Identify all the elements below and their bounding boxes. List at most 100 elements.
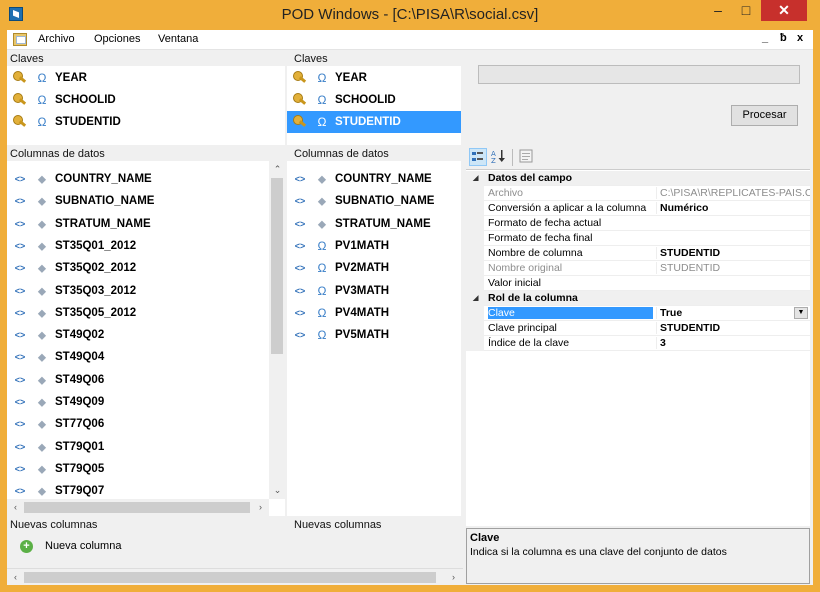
category-rol-de-la-columna[interactable]: ◢ Rol de la columna (466, 291, 810, 306)
data-column-row[interactable]: <> ⬥ ST35Q02_2012 (7, 257, 285, 279)
mdi-restore-button[interactable]: ƀ (780, 32, 787, 44)
left-data-list[interactable]: <> ⬥ COUNTRY_NAME <> ⬥ SUBNATIO_NAME <> ⬥ STRATU… (7, 161, 285, 516)
move-arrows-icon: <> (294, 174, 306, 184)
data-column-row[interactable]: <> ⬥ ST77Q06 (7, 413, 285, 435)
close-button[interactable]: ✕ (761, 0, 807, 21)
left-vscrollbar[interactable]: ⌃ ⌄ (269, 161, 285, 499)
title-bar[interactable]: POD Windows - [C:\PISA\R\social.csv] – □… (0, 0, 820, 30)
data-column-row[interactable]: <> Ω PV1MATH (287, 235, 461, 257)
data-column-row[interactable]: <> ⬥ ST49Q04 (7, 346, 285, 368)
grid-gutter (466, 186, 484, 201)
mid-keys-list[interactable]: Ω YEAR Ω SCHOOLID Ω STUDENTID (287, 66, 461, 145)
mid-data-list[interactable]: <> ⬥ COUNTRY_NAME <> ⬥ SUBNATIO_NAME <> ⬥ STRATU… (287, 161, 461, 516)
data-column-row[interactable]: <> ⬥ ST35Q01_2012 (7, 235, 285, 257)
property-row[interactable]: Formato de fecha actual (466, 216, 810, 231)
bottom-hscrollbar[interactable]: ‹ › (7, 568, 463, 585)
data-column-row[interactable]: <> ⬥ ST35Q03_2012 (7, 280, 285, 302)
scroll-thumb[interactable] (24, 572, 436, 583)
scroll-up-icon[interactable]: ⌃ (269, 164, 286, 175)
scroll-right-icon[interactable]: › (252, 502, 269, 512)
property-value[interactable]: C:\PISA\R\REPLICATES-PAIS.CS (656, 187, 810, 199)
mid-new-list[interactable] (287, 532, 461, 568)
maximize-button[interactable]: □ (733, 0, 759, 21)
left-key-row[interactable]: Ω STUDENTID (7, 111, 285, 133)
tag-icon: ⬥ (37, 283, 47, 298)
data-column-row[interactable]: <> ⬥ ST49Q02 (7, 324, 285, 346)
property-row[interactable]: Conversión a aplicar a la columna Numéric… (466, 201, 810, 216)
mid-key-row-selected[interactable]: Ω STUDENTID (287, 111, 461, 133)
scroll-thumb[interactable] (24, 502, 250, 513)
data-column-row[interactable]: <> ⬥ ST35Q05_2012 (7, 302, 285, 324)
data-column-row[interactable]: <> Ω PV5MATH (287, 324, 461, 346)
minimize-button[interactable]: – (705, 0, 731, 21)
category-datos-del-campo[interactable]: ◢ Datos del campo (466, 171, 810, 186)
data-column-row[interactable]: <> ⬥ SUBNATIO_NAME (287, 190, 461, 212)
move-arrows-icon: <> (14, 174, 26, 184)
property-value[interactable]: STUDENTID (656, 262, 810, 274)
left-hscrollbar[interactable]: ‹ › (7, 499, 269, 516)
omega-icon: Ω (317, 283, 327, 298)
property-value[interactable]: STUDENTID (656, 247, 810, 259)
property-grid[interactable]: ◢ Datos del campo Archivo C:\PISA\R\REPLI… (466, 169, 810, 526)
collapse-icon[interactable]: ◢ (473, 294, 478, 302)
data-column-row[interactable]: <> Ω PV4MATH (287, 302, 461, 324)
sort-alpha-icon[interactable]: AZ (490, 148, 508, 166)
data-column-row[interactable]: <> ⬥ ST49Q06 (7, 369, 285, 391)
mdi-close-button[interactable]: x (797, 32, 803, 44)
property-row[interactable]: Nombre de columna STUDENTID (466, 246, 810, 261)
move-arrows-icon: <> (14, 419, 26, 430)
process-button[interactable]: Procesar (731, 105, 798, 126)
menu-archivo[interactable]: Archivo (38, 33, 75, 45)
property-row-clave-principal[interactable]: Clave principal STUDENTID (466, 321, 810, 336)
new-column-item[interactable]: + Nueva columna (20, 535, 220, 557)
data-column-row[interactable]: <> Ω PV3MATH (287, 280, 461, 302)
data-column-row[interactable]: <> ⬥ ST79Q01 (7, 436, 285, 458)
left-key-label: SCHOOLID (55, 94, 116, 106)
property-value[interactable]: 3 (656, 337, 810, 349)
left-keys-list[interactable]: Ω YEAR Ω SCHOOLID Ω STUDENTID (7, 66, 285, 145)
data-column-row[interactable]: <> ⬥ STRATUM_NAME (7, 213, 285, 235)
scroll-left-icon[interactable]: ‹ (7, 502, 24, 512)
omega-icon: Ω (37, 115, 47, 129)
data-column-row[interactable]: <> Ω PV2MATH (287, 257, 461, 279)
property-value[interactable]: True (656, 307, 810, 319)
left-key-row[interactable]: Ω YEAR (7, 67, 285, 89)
data-column-row[interactable]: <> ⬥ COUNTRY_NAME (287, 168, 461, 190)
collapse-icon[interactable]: ◢ (473, 174, 478, 182)
mid-key-row[interactable]: Ω YEAR (287, 67, 461, 89)
scroll-down-icon[interactable]: ⌄ (269, 485, 286, 496)
mdi-document-icon[interactable] (13, 33, 27, 46)
menu-ventana[interactable]: Ventana (158, 33, 198, 45)
scroll-thumb[interactable] (271, 178, 283, 354)
dropdown-arrow-icon[interactable]: ▼ (794, 307, 808, 319)
categorized-icon[interactable] (469, 148, 487, 166)
property-value[interactable]: STUDENTID (656, 322, 810, 334)
data-column-row[interactable]: <> ⬥ COUNTRY_NAME (7, 168, 285, 190)
grid-gutter (466, 306, 484, 321)
data-column-row[interactable]: <> ⬥ ST49Q09 (7, 391, 285, 413)
property-row[interactable]: Valor inicial (466, 276, 810, 291)
scroll-right-icon[interactable]: › (445, 572, 462, 582)
omega-icon: Ω (317, 93, 327, 107)
property-value[interactable]: Numérico (656, 202, 810, 214)
property-name: Valor inicial (488, 277, 541, 289)
scroll-left-icon[interactable]: ‹ (7, 572, 24, 582)
left-key-label: YEAR (55, 72, 87, 84)
data-column-row[interactable]: <> ⬥ STRATUM_NAME (287, 213, 461, 235)
property-row-clave[interactable]: Clave True ▼ (466, 306, 810, 321)
data-column-label: PV3MATH (335, 284, 390, 297)
property-pages-icon[interactable] (518, 148, 536, 166)
property-row[interactable]: Nombre original STUDENTID (466, 261, 810, 276)
property-row[interactable]: Archivo C:\PISA\R\REPLICATES-PAIS.CS (466, 186, 810, 201)
data-column-row[interactable]: <> ⬥ SUBNATIO_NAME (7, 190, 285, 212)
mdi-minimize-button[interactable]: _ (762, 32, 768, 44)
data-column-row[interactable]: <> ⬥ ST79Q05 (7, 458, 285, 480)
property-row[interactable]: Formato de fecha final (466, 231, 810, 246)
property-row-indice-de-la-clave[interactable]: Índice de la clave 3 (466, 336, 810, 351)
mid-key-row[interactable]: Ω SCHOOLID (287, 89, 461, 111)
left-key-row[interactable]: Ω SCHOOLID (7, 89, 285, 111)
data-column-label: ST35Q02_2012 (55, 262, 137, 275)
tag-icon: ⬥ (37, 172, 47, 186)
menu-opciones[interactable]: Opciones (94, 33, 140, 45)
left-new-list[interactable]: + Nueva columna (7, 532, 285, 568)
